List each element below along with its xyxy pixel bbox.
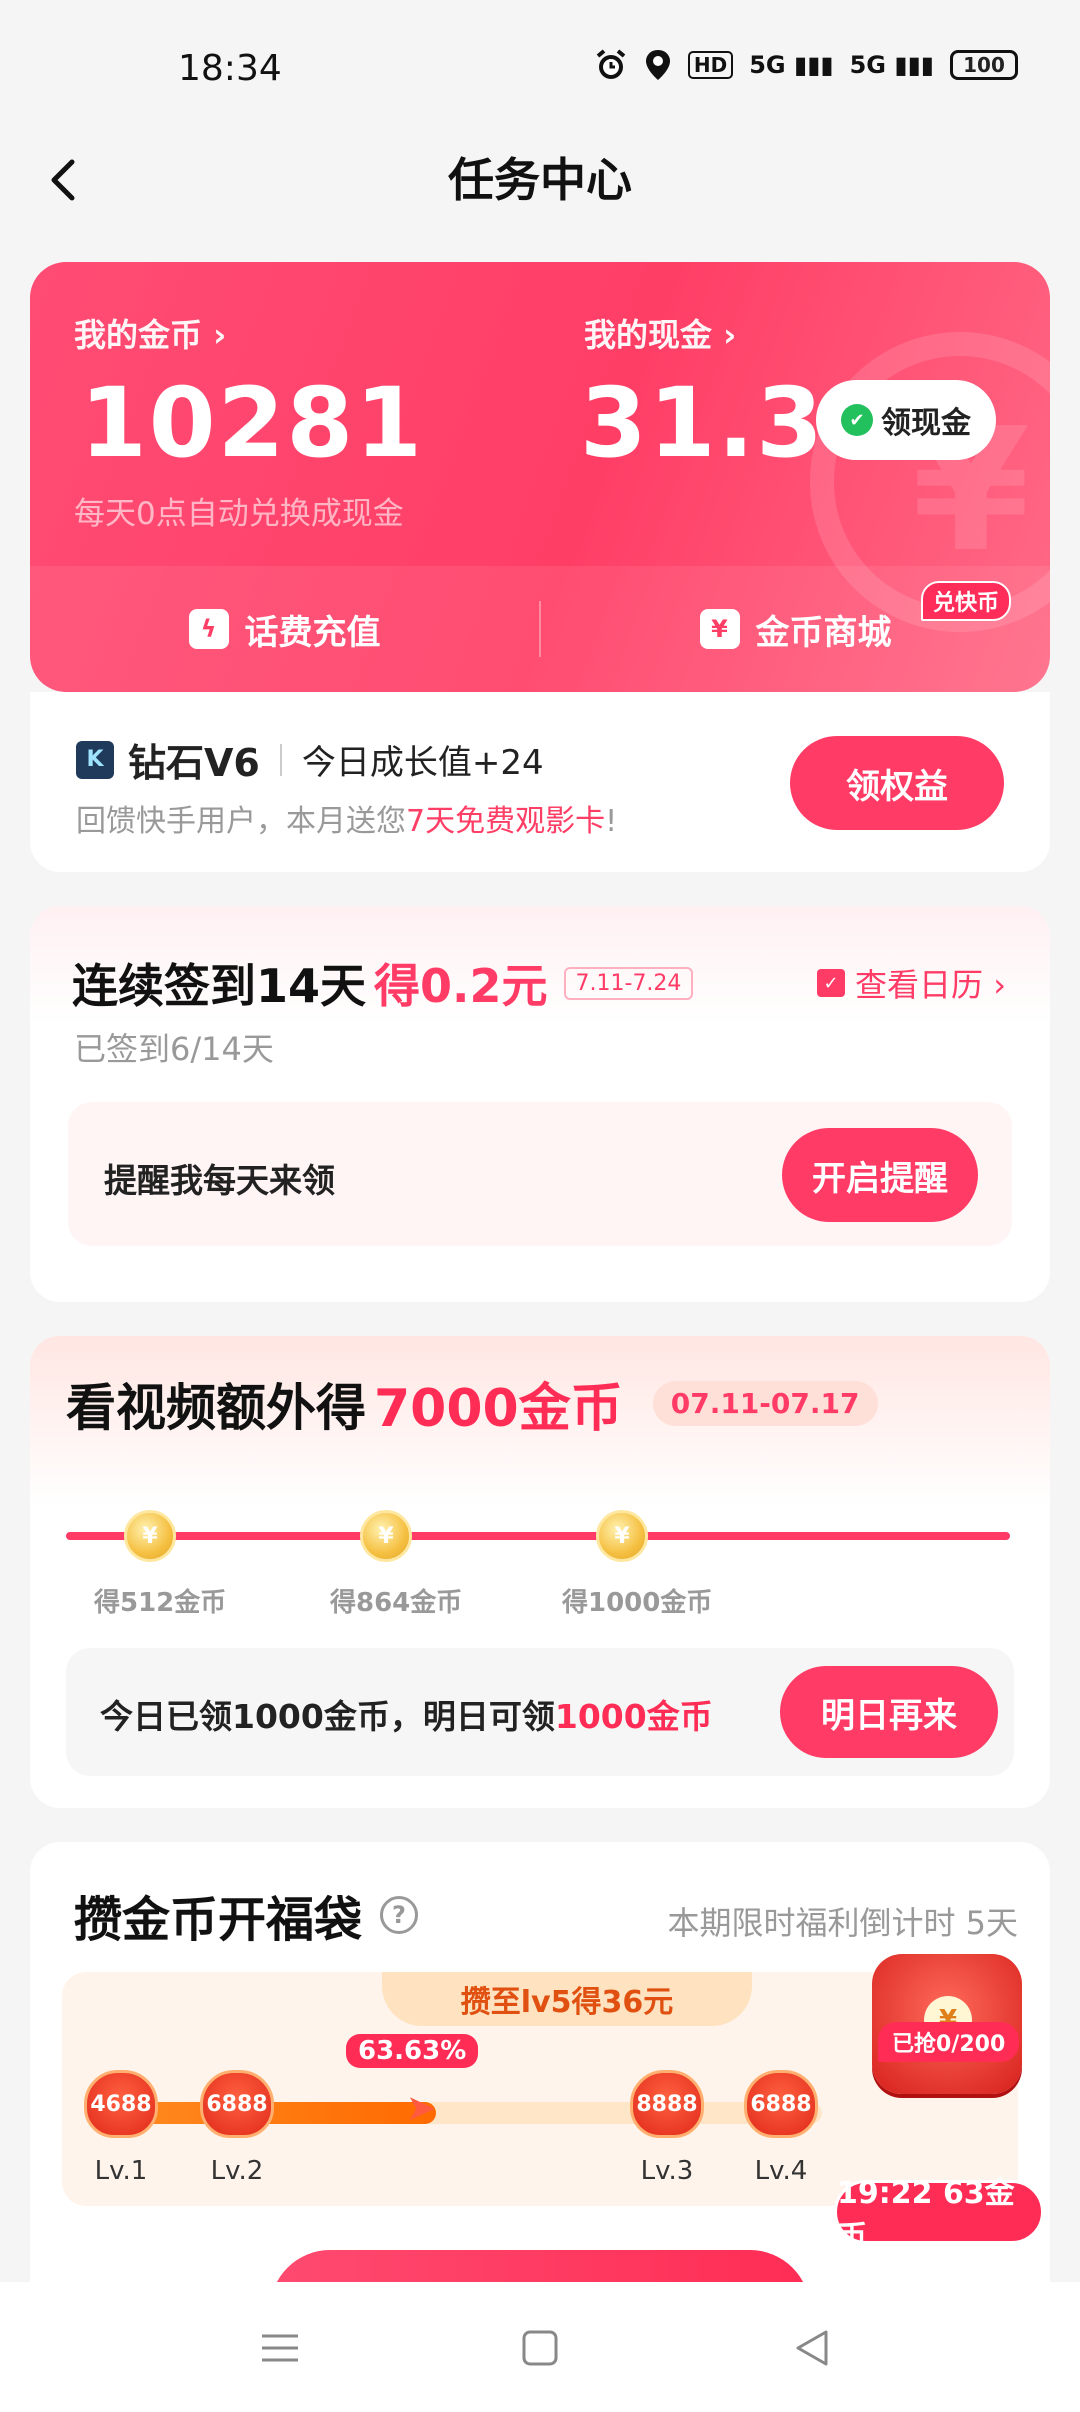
vip-desc-highlight: 7天免费观影卡 <box>406 804 606 839</box>
status-time: 18:34 <box>178 48 282 89</box>
back-triangle-icon[interactable] <box>790 2326 834 2370</box>
bag-amount: 8888 <box>630 2070 704 2138</box>
system-nav-bar <box>0 2282 1080 2412</box>
recharge-button[interactable]: ϟ 话费充值 <box>30 605 539 654</box>
claim-benefit-button[interactable]: 领权益 <box>790 736 1004 830</box>
lucky-bag-title: 攒金币开福袋 <box>74 1892 363 1948</box>
header-bar: 任务中心 <box>0 140 1080 270</box>
vip-desc-prefix: 回馈快手用户，本月送您 <box>76 804 406 839</box>
alarm-icon <box>596 49 626 79</box>
lucky-bag-countdown: 本期限时福利倒计时 5天 <box>667 1904 1018 1942</box>
grabbed-count-badge: 已抢0/200 <box>878 2022 1020 2062</box>
vip-card: K 钻石V6 今日成长值+24 回馈快手用户，本月送您7天免费观影卡! 领权益 <box>30 692 1050 872</box>
recharge-label: 话费充值 <box>244 612 381 653</box>
reminder-panel: 提醒我每天来领 开启提醒 <box>68 1102 1012 1246</box>
auto-exchange-note: 每天0点自动兑换成现金 <box>74 496 404 532</box>
status-icons: HD 5G ▮▮▮ 5G ▮▮▮ 100 <box>594 48 1018 82</box>
level-label: Lv.3 <box>640 2156 694 2186</box>
video-status-text: 今日已领1000金币，明日可领1000金币 <box>100 1690 713 1738</box>
home-icon[interactable] <box>518 2326 562 2370</box>
mall-badge: 兑快币 <box>921 580 1012 621</box>
reminder-text: 提醒我每天来领 <box>104 1161 335 1200</box>
location-icon <box>645 50 670 80</box>
coin-icon: ¥ <box>360 1510 412 1562</box>
lucky-bag-goal: 攒至lv5得36元 <box>382 1972 752 2026</box>
status-bar: 18:34 HD 5G ▮▮▮ 5G ▮▮▮ 100 <box>0 0 1080 140</box>
checkin-date-range: 7.11-7.24 <box>563 966 694 1000</box>
level-label: Lv.4 <box>754 2156 808 2186</box>
level-bag[interactable]: 6888 <box>200 2070 274 2146</box>
claim-cash-button[interactable]: ✔ 领现金 <box>816 380 996 460</box>
wallet-card: ¥ 我的金币 › 10281 每天0点自动兑换成现金 我的现金 › 31.30 … <box>30 262 1050 692</box>
rocket-icon: ➤ <box>406 2088 437 2129</box>
video-status-prefix: 今日已领1000金币，明日可领 <box>100 1697 555 1736</box>
coin-icon: ¥ <box>124 1510 176 1562</box>
help-icon[interactable]: ? <box>380 1896 419 1934</box>
ticket-icon: ¥ <box>699 609 740 649</box>
video-status-panel: 今日已领1000金币，明日可领1000金币 明日再来 <box>66 1648 1014 1776</box>
video-step-label: 得512金币 <box>94 1588 227 1618</box>
hd-indicator: HD <box>687 51 734 79</box>
growth-text: 今日成长值+24 <box>301 743 544 783</box>
coins-value[interactable]: 10281 <box>80 367 424 479</box>
level-label: Lv.1 <box>94 2156 148 2186</box>
lightning-icon: ϟ <box>188 609 229 649</box>
bag-amount: 6888 <box>200 2070 274 2138</box>
divider <box>279 743 282 776</box>
level-bag[interactable]: 6888 <box>744 2070 818 2146</box>
mall-label: 金币商城 <box>755 612 892 653</box>
level-label: Lv.2 <box>210 2156 264 2186</box>
view-calendar-link[interactable]: ✓ 查看日历 › <box>817 960 1006 1006</box>
vip-description: 回馈快手用户，本月送您7天免费观影卡! <box>76 796 617 840</box>
come-back-tomorrow-button[interactable]: 明日再来 <box>780 1666 998 1758</box>
video-title-prefix: 看视频额外得 <box>66 1378 366 1437</box>
video-title-reward: 7000金币 <box>374 1379 623 1439</box>
video-progress-track: ¥ ¥ ¥ <box>66 1510 1010 1562</box>
video-status-highlight: 1000金币 <box>554 1697 713 1736</box>
signal-5g-2: 5G ▮▮▮ <box>849 51 934 79</box>
network-label: 5G <box>849 51 887 79</box>
diamond-icon: K <box>76 740 114 779</box>
page-title: 任务中心 <box>448 153 632 207</box>
cash-label-link[interactable]: 我的现金 › <box>584 310 736 356</box>
calendar-link-label: 查看日历 › <box>855 966 1006 1004</box>
bag-amount: 6888 <box>744 2070 818 2138</box>
coin-icon: ¥ <box>596 1510 648 1562</box>
checkin-card: 连续签到14天 得0.2元 7.11-7.24 ✓ 查看日历 › 已签到6/14… <box>30 906 1050 1302</box>
calendar-icon: ✓ <box>817 969 846 997</box>
battery-icon: 100 <box>950 50 1018 80</box>
checkin-title: 连续签到14天 得0.2元 7.11-7.24 <box>72 950 694 1016</box>
wechat-icon: ✔ <box>841 404 873 436</box>
vip-level-row: K 钻石V6 今日成长值+24 <box>76 732 544 787</box>
lucky-bag-progress-fill <box>122 2102 436 2124</box>
menu-icon[interactable] <box>258 2326 302 2370</box>
claim-cash-label: 领现金 <box>881 406 971 441</box>
signal-5g-1: 5G ▮▮▮ <box>749 51 834 79</box>
coin-mall-button[interactable]: ¥ 金币商城 兑快币 <box>541 580 1050 654</box>
checkin-progress: 已签到6/14天 <box>74 1030 274 1068</box>
vip-level: 钻石V6 <box>128 741 260 785</box>
video-date-range: 07.11-07.17 <box>652 1381 878 1426</box>
level-bag[interactable]: 4688 <box>84 2070 158 2146</box>
coins-label-link[interactable]: 我的金币 › <box>74 310 226 356</box>
network-label: 5G <box>749 51 786 79</box>
lucky-bag-title-row: 攒金币开福袋 ? <box>74 1880 419 1950</box>
chest-timer-badge[interactable]: 19:22 63金币 <box>834 2176 1044 2255</box>
wallet-shortcuts: ϟ 话费充值 ¥ 金币商城 兑快币 <box>30 566 1050 692</box>
checkin-title-prefix: 连续签到14天 <box>72 959 367 1013</box>
video-step-label: 得1000金币 <box>562 1588 713 1618</box>
progress-percent-badge: 63.63% <box>346 2034 479 2068</box>
video-task-card: 看视频额外得 7000金币 07.11-07.17 ¥ ¥ ¥ 得512金币 得… <box>30 1336 1050 1808</box>
video-step-label: 得864金币 <box>330 1588 463 1618</box>
vip-desc-suffix: ! <box>605 804 618 839</box>
level-bag[interactable]: 8888 <box>630 2070 704 2146</box>
bag-amount: 4688 <box>84 2070 158 2138</box>
video-task-title: 看视频额外得 7000金币 07.11-07.17 <box>66 1366 878 1441</box>
checkin-title-reward: 得0.2元 <box>374 959 548 1013</box>
enable-reminder-button[interactable]: 开启提醒 <box>782 1128 978 1222</box>
